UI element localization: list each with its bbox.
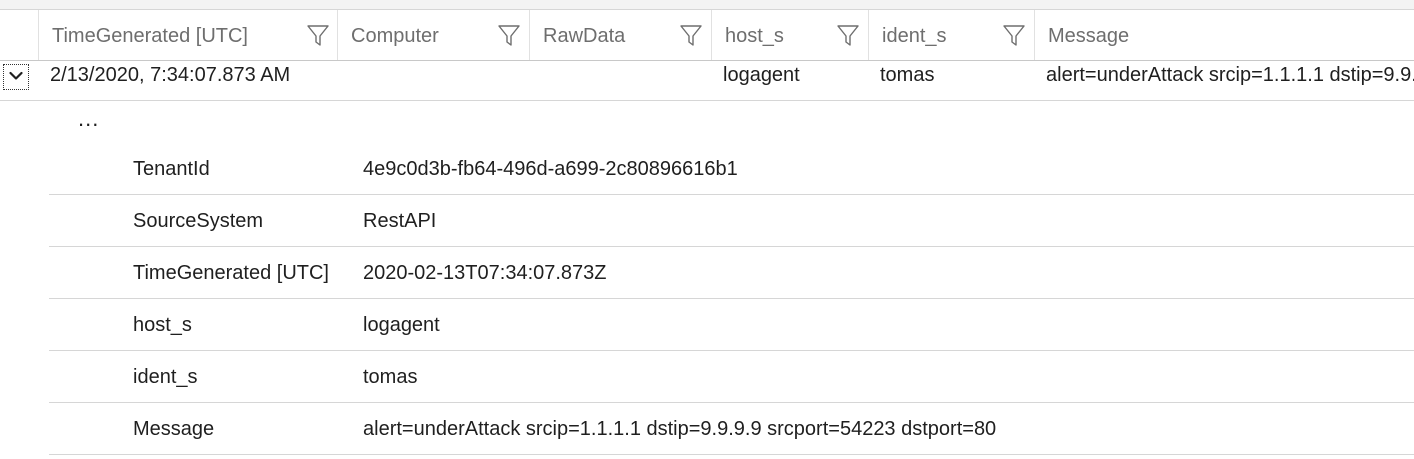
detail-key: TenantId: [133, 158, 210, 180]
filter-icon[interactable]: [497, 23, 521, 47]
cell-rawdata: [542, 61, 710, 100]
detail-row-timegenerated: TimeGenerated [UTC] 2020-02-13T07:34:07.…: [49, 247, 1414, 299]
cell-message: alert=underAttack srcip=1.1.1.1 dstip=9.…: [1046, 64, 1414, 86]
column-header-label: host_s: [725, 25, 784, 47]
toolbar-strip: [0, 0, 1414, 10]
detail-key: ident_s: [133, 366, 198, 388]
column-header-row: TimeGenerated [UTC] Computer RawData hos…: [0, 10, 1414, 61]
filter-icon[interactable]: [1002, 23, 1026, 47]
detail-row-sourcesystem: SourceSystem RestAPI: [49, 195, 1414, 247]
detail-value: 4e9c0d3b-fb64-496d-a699-2c80896616b1: [363, 158, 738, 180]
expand-column-header: [0, 10, 39, 60]
detail-value: alert=underAttack srcip=1.1.1.1 dstip=9.…: [363, 418, 997, 440]
column-header-rawdata[interactable]: RawData: [530, 10, 712, 60]
column-header-message[interactable]: Message: [1035, 10, 1414, 60]
chevron-down-icon: [9, 71, 23, 80]
detail-value: logagent: [363, 314, 440, 336]
filter-icon[interactable]: [306, 23, 330, 47]
detail-row-host-s: host_s logagent: [49, 299, 1414, 351]
column-header-label: TimeGenerated [UTC]: [52, 25, 248, 47]
filter-icon[interactable]: [836, 23, 860, 47]
detail-row-message: Message alert=underAttack srcip=1.1.1.1 …: [49, 403, 1414, 455]
cell-timegenerated: 2/13/2020, 7:34:07.873 AM: [50, 64, 291, 86]
table-row[interactable]: 2/13/2020, 7:34:07.873 AM logagent tomas…: [0, 61, 1414, 101]
column-header-label: Message: [1048, 25, 1130, 47]
detail-value: RestAPI: [363, 210, 437, 232]
detail-value: 2020-02-13T07:34:07.873Z: [363, 262, 607, 284]
column-header-host-s[interactable]: host_s: [712, 10, 869, 60]
column-header-label: Computer: [351, 25, 439, 47]
column-header-timegenerated[interactable]: TimeGenerated [UTC]: [39, 10, 338, 60]
cell-host-s: logagent: [723, 64, 800, 86]
detail-value: tomas: [363, 366, 418, 388]
detail-row-tenantid: TenantId 4e9c0d3b-fb64-496d-a699-2c80896…: [49, 143, 1414, 195]
row-detail-panel: TenantId 4e9c0d3b-fb64-496d-a699-2c80896…: [49, 143, 1414, 455]
detail-row-ident-s: ident_s tomas: [49, 351, 1414, 403]
cell-ident-s: tomas: [880, 64, 935, 86]
column-header-computer[interactable]: Computer: [338, 10, 530, 60]
column-header-ident-s[interactable]: ident_s: [869, 10, 1035, 60]
detail-key: Message: [133, 418, 215, 440]
detail-key: TimeGenerated [UTC]: [133, 262, 329, 284]
filter-icon[interactable]: [679, 23, 703, 47]
detail-key: host_s: [133, 314, 192, 336]
column-header-label: RawData: [543, 25, 626, 47]
more-fields-ellipsis[interactable]: ...: [78, 106, 99, 132]
cell-computer: [350, 61, 528, 100]
column-header-label: ident_s: [882, 25, 947, 47]
row-expand-toggle[interactable]: [3, 64, 29, 90]
detail-key: SourceSystem: [133, 210, 264, 232]
